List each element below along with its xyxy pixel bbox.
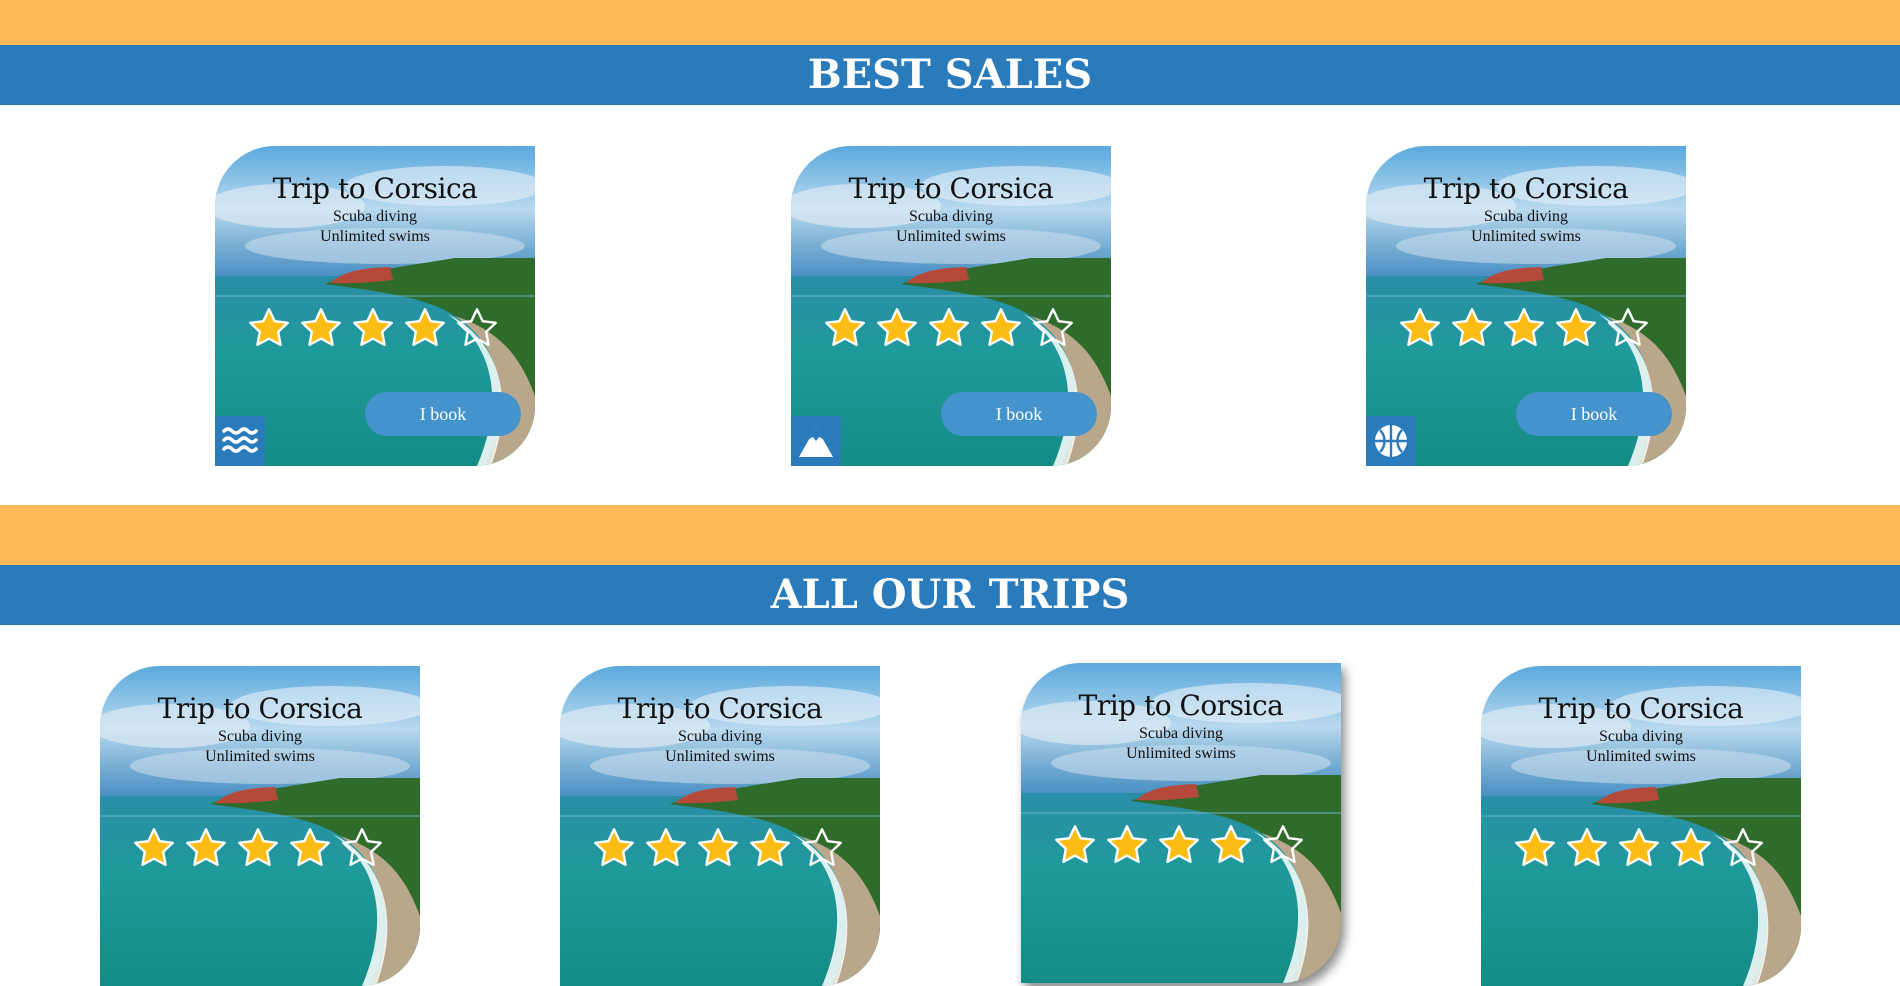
- trip-card[interactable]: Trip to Corsica Scuba diving Unlimited s…: [1481, 666, 1801, 986]
- star-empty-icon: [1261, 823, 1305, 867]
- star-filled-icon: [403, 306, 447, 350]
- star-rating: [592, 826, 844, 870]
- book-button[interactable]: I book: [1516, 392, 1672, 436]
- trip-title: Trip to Corsica: [272, 172, 478, 205]
- book-button[interactable]: I book: [941, 392, 1097, 436]
- trip-feature: Unlimited swims: [1471, 228, 1581, 245]
- star-empty-icon: [1721, 826, 1765, 870]
- trip-feature: Scuba diving: [218, 728, 302, 745]
- star-filled-icon: [748, 826, 792, 870]
- trip-card[interactable]: Trip to Corsica Scuba diving Unlimited s…: [1366, 146, 1686, 466]
- book-button[interactable]: I book: [365, 392, 521, 436]
- trip-title: Trip to Corsica: [617, 692, 823, 725]
- star-empty-icon: [800, 826, 844, 870]
- all-trips-row: Trip to Corsica Scuba diving Unlimited s…: [0, 625, 1900, 925]
- trip-card[interactable]: Trip to Corsica Scuba diving Unlimited s…: [215, 146, 535, 466]
- star-filled-icon: [1209, 823, 1253, 867]
- star-filled-icon: [927, 306, 971, 350]
- trip-feature: Scuba diving: [1139, 725, 1223, 742]
- star-rating: [1053, 823, 1305, 867]
- star-rating: [247, 306, 499, 350]
- trip-title: Trip to Corsica: [848, 172, 1054, 205]
- trip-feature: Scuba diving: [1484, 208, 1568, 225]
- star-filled-icon: [1669, 826, 1713, 870]
- star-empty-icon: [1031, 306, 1075, 350]
- category-badge: [791, 416, 841, 466]
- trip-feature: Unlimited swims: [205, 748, 315, 765]
- best-sales-row: Trip to Corsica Scuba diving Unlimited s…: [0, 105, 1900, 505]
- star-empty-icon: [455, 306, 499, 350]
- trip-card[interactable]: Trip to Corsica Scuba diving Unlimited s…: [100, 666, 420, 986]
- star-rating: [1398, 306, 1650, 350]
- trip-card-hovered[interactable]: Trip to Corsica Scuba diving Unlimited s…: [1021, 663, 1341, 983]
- star-filled-icon: [1617, 826, 1661, 870]
- star-filled-icon: [644, 826, 688, 870]
- mountain-icon: [799, 427, 833, 457]
- middle-orange-band: [0, 505, 1900, 565]
- star-filled-icon: [1053, 823, 1097, 867]
- waves-icon: [222, 427, 258, 453]
- trip-title: Trip to Corsica: [1423, 172, 1629, 205]
- all-trips-heading: ALL OUR TRIPS: [0, 565, 1900, 625]
- trip-feature: Scuba diving: [909, 208, 993, 225]
- trip-feature: Unlimited swims: [320, 228, 430, 245]
- star-filled-icon: [979, 306, 1023, 350]
- star-filled-icon: [1398, 306, 1442, 350]
- star-filled-icon: [351, 306, 395, 350]
- star-filled-icon: [696, 826, 740, 870]
- trip-feature: Unlimited swims: [665, 748, 775, 765]
- category-badge: [1366, 416, 1416, 466]
- trip-feature: Unlimited swims: [1586, 748, 1696, 765]
- star-filled-icon: [1105, 823, 1149, 867]
- trip-feature: Scuba diving: [678, 728, 762, 745]
- star-filled-icon: [1157, 823, 1201, 867]
- star-rating: [823, 306, 1075, 350]
- star-rating: [1513, 826, 1765, 870]
- trip-feature: Unlimited swims: [896, 228, 1006, 245]
- star-filled-icon: [236, 826, 280, 870]
- category-badge: [215, 416, 265, 466]
- star-filled-icon: [875, 306, 919, 350]
- star-filled-icon: [1450, 306, 1494, 350]
- star-filled-icon: [299, 306, 343, 350]
- trip-title: Trip to Corsica: [157, 692, 363, 725]
- trip-feature: Unlimited swims: [1126, 745, 1236, 762]
- star-filled-icon: [1513, 826, 1557, 870]
- star-rating: [132, 826, 384, 870]
- star-filled-icon: [132, 826, 176, 870]
- star-empty-icon: [340, 826, 384, 870]
- star-filled-icon: [184, 826, 228, 870]
- star-filled-icon: [288, 826, 332, 870]
- trip-title: Trip to Corsica: [1078, 689, 1284, 722]
- trip-feature: Scuba diving: [1599, 728, 1683, 745]
- star-filled-icon: [592, 826, 636, 870]
- star-filled-icon: [1502, 306, 1546, 350]
- star-filled-icon: [1554, 306, 1598, 350]
- star-filled-icon: [1565, 826, 1609, 870]
- trip-title: Trip to Corsica: [1538, 692, 1744, 725]
- star-filled-icon: [823, 306, 867, 350]
- star-filled-icon: [247, 306, 291, 350]
- trip-card[interactable]: Trip to Corsica Scuba diving Unlimited s…: [791, 146, 1111, 466]
- trip-feature: Scuba diving: [333, 208, 417, 225]
- basketball-icon: [1375, 425, 1407, 457]
- trip-card[interactable]: Trip to Corsica Scuba diving Unlimited s…: [560, 666, 880, 986]
- best-sales-heading: BEST SALES: [0, 45, 1900, 105]
- top-orange-band: [0, 0, 1900, 45]
- star-empty-icon: [1606, 306, 1650, 350]
